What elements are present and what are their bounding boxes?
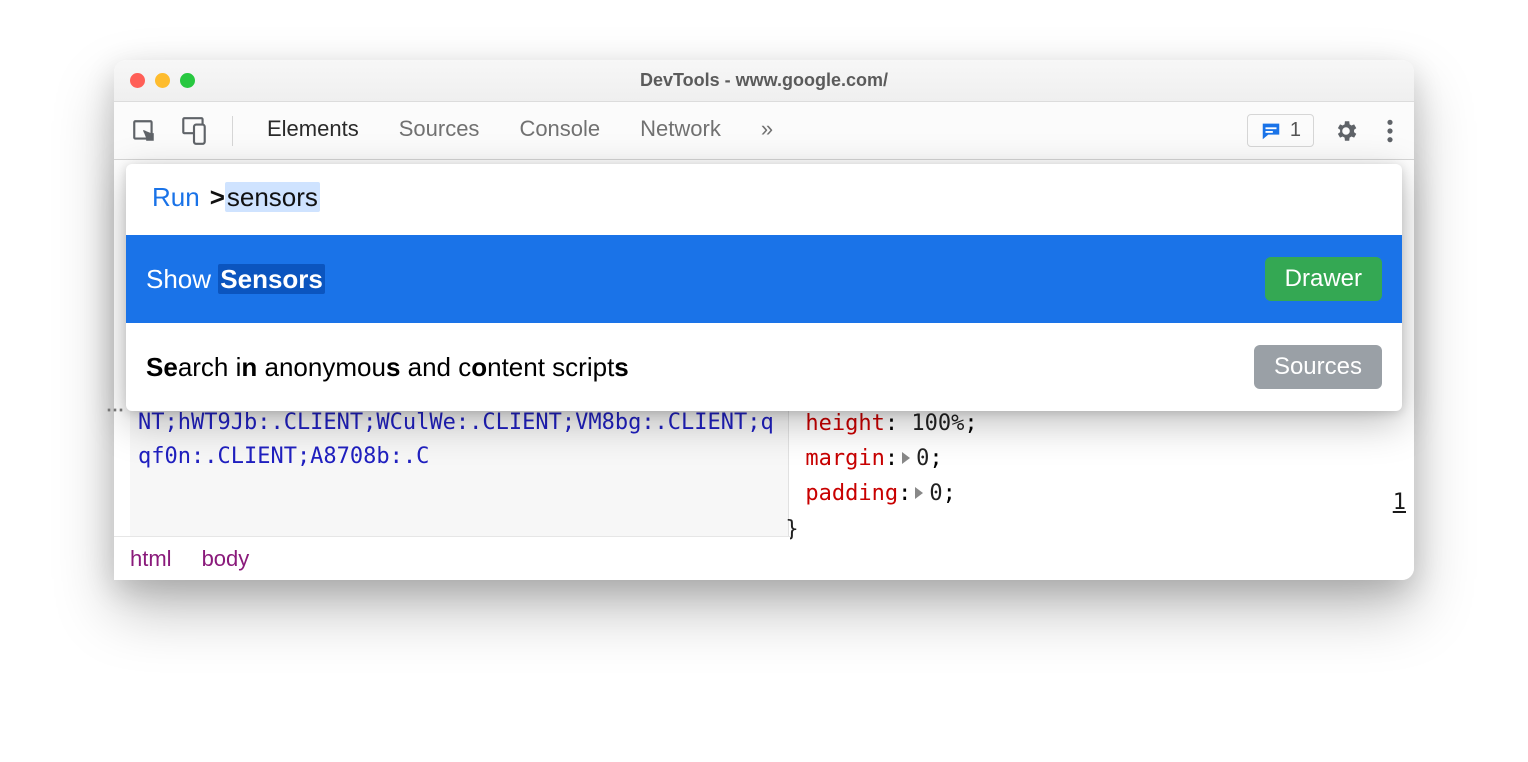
settings-icon[interactable] xyxy=(1328,111,1364,151)
dom-breadcrumbs: html body xyxy=(114,536,790,580)
drag-grip-icon[interactable]: ⋯ xyxy=(106,400,126,421)
main-toolbar: Elements Sources Console Network » 1 xyxy=(114,102,1414,160)
window-title: DevTools - www.google.com/ xyxy=(114,70,1414,91)
expand-triangle-icon[interactable] xyxy=(915,487,923,499)
command-item-label: Search in anonymous and content scripts xyxy=(146,352,1254,383)
css-line: padding:0; xyxy=(805,476,1382,511)
tab-sources[interactable]: Sources xyxy=(397,104,482,157)
css-line: height: 100%; xyxy=(805,406,1382,441)
tab-overflow[interactable]: » xyxy=(759,104,775,157)
feedback-count: 1 xyxy=(1290,119,1301,142)
minimize-window-button[interactable] xyxy=(155,73,170,88)
stylesheet-link[interactable]: 1 xyxy=(1393,490,1406,515)
traffic-lights xyxy=(130,73,195,88)
more-icon[interactable] xyxy=(1378,111,1402,151)
command-menu: Run >sensors Show Sensors Drawer Search … xyxy=(126,164,1402,411)
command-query: sensors xyxy=(225,182,320,212)
window-titlebar: DevTools - www.google.com/ xyxy=(114,60,1414,102)
command-item-show-sensors[interactable]: Show Sensors Drawer xyxy=(126,235,1402,323)
inspect-icon[interactable] xyxy=(126,111,162,151)
styles-snippet: height: 100%; margin:0; padding:0; } xyxy=(789,400,1398,580)
command-item-search-scripts[interactable]: Search in anonymous and content scripts … xyxy=(126,323,1402,411)
command-item-badge: Drawer xyxy=(1265,257,1382,301)
command-caret: > xyxy=(210,182,225,212)
css-line: margin:0; xyxy=(805,441,1382,476)
zoom-window-button[interactable] xyxy=(180,73,195,88)
tab-elements[interactable]: Elements xyxy=(265,104,361,157)
close-window-button[interactable] xyxy=(130,73,145,88)
panel-tabs: Elements Sources Console Network » xyxy=(253,104,775,157)
panel-body: ⋯ NT;hWT9Jb:.CLIENT;WCulWe:.CLIENT;VM8bg… xyxy=(114,160,1414,580)
expand-triangle-icon[interactable] xyxy=(902,452,910,464)
command-input-row[interactable]: Run >sensors xyxy=(126,164,1402,235)
breadcrumb-item[interactable]: html xyxy=(130,546,172,572)
chat-icon xyxy=(1260,120,1282,142)
command-item-badge: Sources xyxy=(1254,345,1382,389)
breadcrumb-item[interactable]: body xyxy=(202,546,250,572)
device-toolbar-icon[interactable] xyxy=(176,111,212,151)
command-item-label: Show Sensors xyxy=(146,264,1265,295)
feedback-chip[interactable]: 1 xyxy=(1247,114,1314,147)
run-prefix: Run xyxy=(152,182,200,213)
tab-network[interactable]: Network xyxy=(638,104,723,157)
tab-console[interactable]: Console xyxy=(517,104,602,157)
toolbar-separator xyxy=(232,116,233,146)
devtools-window: DevTools - www.google.com/ Elements Sour… xyxy=(114,60,1414,580)
css-close-brace: } xyxy=(785,512,1382,547)
